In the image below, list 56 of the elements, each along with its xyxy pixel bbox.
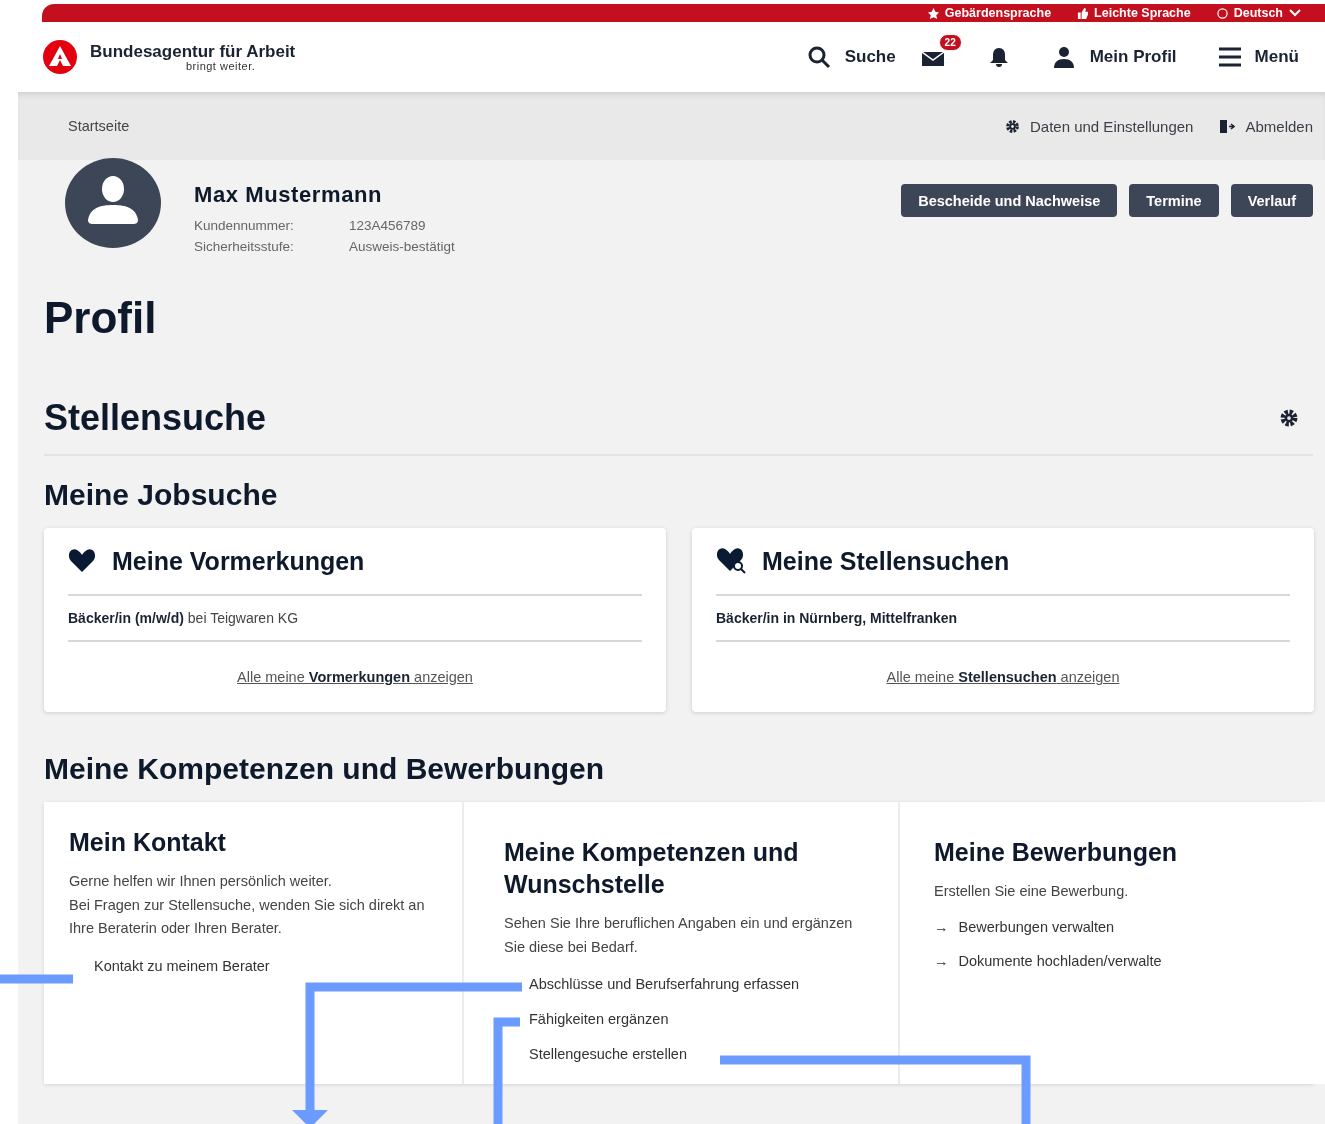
search-icon [806, 45, 831, 69]
card-link[interactable]: Stellengesuche erstellen [529, 1046, 687, 1062]
logout-link[interactable]: Abmelden [1219, 117, 1313, 135]
arrow-glyph: → [934, 951, 949, 971]
thumb-icon [1077, 7, 1089, 19]
card-link[interactable]: Abschlüsse und Berufserfahrung erfassen [529, 976, 800, 992]
card-link[interactable]: Kontakt zu meinem Berater [94, 957, 270, 974]
user-name: Max Mustermann [194, 182, 384, 208]
field-value: Ausweis-bestätigt [349, 239, 455, 254]
door-icon [1219, 118, 1236, 134]
menu-icon [1218, 47, 1241, 67]
search-button[interactable]: Suche [806, 45, 896, 69]
action-button[interactable]: Verlauf [1230, 184, 1313, 217]
messages-button[interactable]: 22 [921, 34, 962, 66]
heart-icon [68, 549, 96, 573]
show-all-link[interactable]: Alle meine Vormerkungen anzeigen [237, 669, 473, 685]
top-link[interactable]: Gebärdensprache [927, 6, 1052, 20]
page-title: Profil [44, 292, 158, 344]
job-entry[interactable]: Bäcker/in in Nürnberg, Mittelfranken [716, 610, 958, 626]
action-button[interactable]: Termine [1129, 184, 1219, 217]
card-text: Sehen Sie Ihre beruflichen Angaben ein und ergänzen Sie diese bei Bedarf. [504, 914, 854, 957]
count-badge: 22 [938, 34, 962, 51]
card-text: Gerne helfen wir Ihnen persönlich weiter. Bei Fragen zur Stellensuche, wenden Sie sich direkt an Ihre Beraterin oder Ihren Berater. [69, 872, 426, 938]
field-value: 123A456789 [349, 218, 427, 233]
card-title: Meine Bewerbungen [934, 837, 1179, 868]
field-label: Sicherheitsstufe: [194, 239, 295, 254]
card-title: Mein Kontakt [69, 827, 227, 858]
job-entry[interactable]: Bäcker/in (m/w/d) bei Teigwaren KG [68, 610, 299, 626]
card-title: Meine Kompetenzen und Wunschstelle [504, 837, 800, 900]
card-link[interactable]: Bewerbungen verwalten [958, 909, 1115, 944]
show-all-link[interactable]: Alle meine Stellensuchen anzeigen [886, 669, 1120, 685]
menu-button[interactable]: Menü [1218, 47, 1299, 67]
logo-title: Bundesagentur für Arbeit [90, 42, 296, 62]
logo-tagline: bringt weiter. [184, 60, 257, 72]
action-button[interactable]: Bescheide und Nachweise [901, 184, 1118, 217]
heart-search-icon [716, 548, 746, 574]
settings-icon [1279, 408, 1299, 428]
card-link[interactable]: Fähigkeiten ergänzen [529, 1011, 669, 1027]
avatar-icon [64, 157, 162, 249]
profile-button[interactable]: Mein Profil [1051, 45, 1177, 69]
settings-icon [1005, 118, 1020, 134]
arrow-glyph: → [934, 917, 949, 937]
subsection-title: Meine Jobsuche [44, 477, 279, 513]
breadcrumb-link[interactable]: Startseite [68, 118, 130, 134]
language-selector[interactable]: Deutsch [1216, 6, 1301, 20]
card-text: Erstellen Sie eine Bewerbung. [934, 882, 1130, 901]
caret-icon [1289, 9, 1301, 17]
subsection-title: Meine Kompetenzen und Bewerbungen [44, 751, 606, 787]
top-link[interactable]: Leichte Sprache [1077, 6, 1191, 20]
settings-link[interactable]: Daten und Einstellungen [1005, 117, 1194, 135]
field-label: Kundennummer: [194, 218, 295, 233]
card-link[interactable]: Dokumente hochladen/verwalte [958, 943, 1162, 978]
section-title: Stellensuche [44, 397, 267, 439]
person-icon [1051, 45, 1076, 69]
card-title: Meine Stellensuchen [762, 546, 1010, 576]
card-title: Meine Vormerkungen [112, 546, 365, 576]
